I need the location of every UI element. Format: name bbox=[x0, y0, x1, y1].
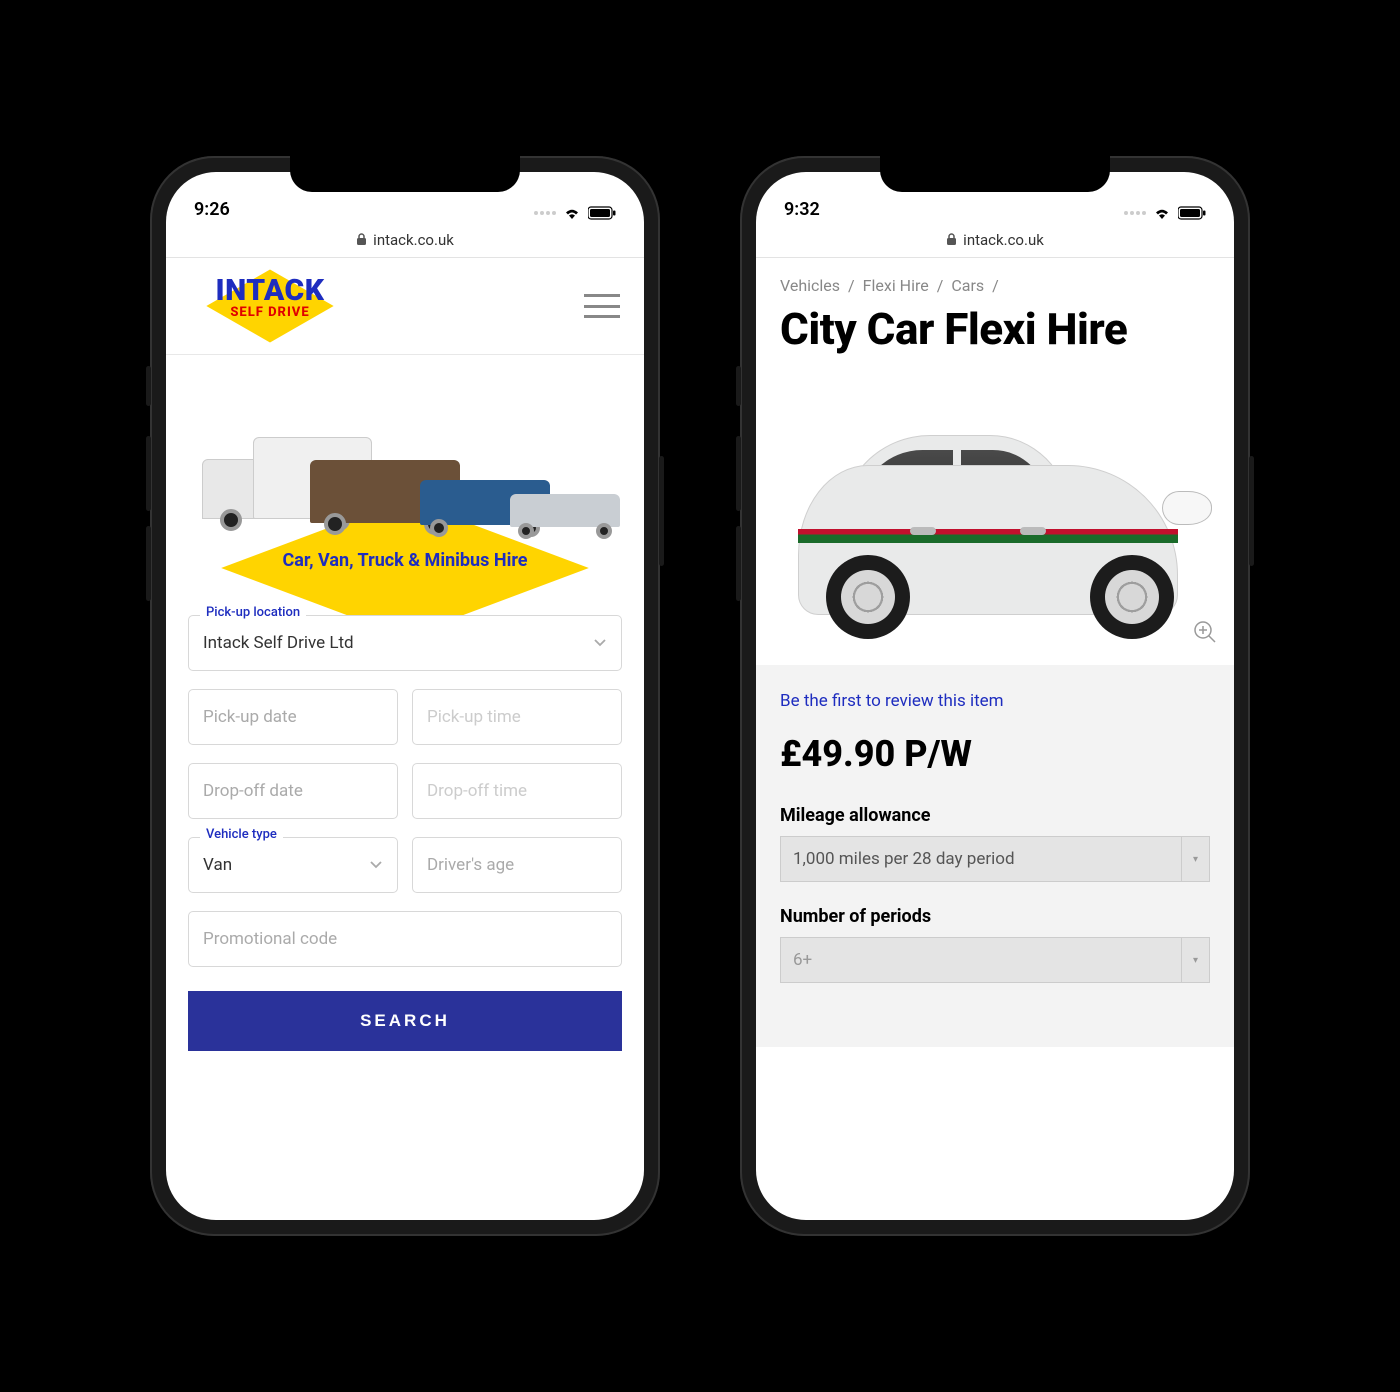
product-details: Be the first to review this item £49.90 … bbox=[756, 665, 1234, 1047]
brand-logo[interactable]: INTACK SELF DRIVE bbox=[190, 276, 350, 336]
vehicle-lineup-image: Car, Van, Truck & Minibus Hire bbox=[190, 369, 620, 589]
mileage-select[interactable]: 1,000 miles per 28 day period ▾ bbox=[780, 836, 1210, 882]
wifi-icon bbox=[562, 206, 582, 220]
vehicle-type-label: Vehicle type bbox=[200, 827, 283, 842]
lock-icon bbox=[946, 233, 957, 246]
url-text: intack.co.uk bbox=[373, 231, 454, 249]
pickup-date-input[interactable]: Pick-up date bbox=[188, 689, 398, 745]
browser-url-bar[interactable]: intack.co.uk bbox=[756, 222, 1234, 258]
site-header: INTACK SELF DRIVE bbox=[166, 258, 644, 355]
page-title: City Car Flexi Hire bbox=[756, 305, 1234, 365]
phone-notch bbox=[290, 156, 520, 192]
hero-section: Car, Van, Truck & Minibus Hire bbox=[166, 355, 644, 589]
phone-mockup-left: 9:26 intack.co.uk INTACK SELF bbox=[150, 156, 660, 1236]
chevron-down-icon bbox=[593, 633, 607, 653]
battery-icon bbox=[588, 206, 616, 220]
price: £49.90 P/W bbox=[780, 733, 1210, 775]
periods-label: Number of periods bbox=[780, 906, 1210, 927]
pickup-location-value: Intack Self Drive Ltd bbox=[203, 633, 354, 653]
driver-age-input[interactable]: Driver's age bbox=[412, 837, 622, 893]
mileage-label: Mileage allowance bbox=[780, 805, 1210, 826]
promo-code-input[interactable]: Promotional code bbox=[188, 911, 622, 967]
vehicle-type-value: Van bbox=[203, 855, 232, 875]
breadcrumb-link[interactable]: Vehicles bbox=[780, 276, 840, 295]
wifi-icon bbox=[1152, 206, 1172, 220]
lock-icon bbox=[356, 233, 367, 246]
status-time: 9:26 bbox=[194, 199, 284, 220]
booking-search-form: Pick-up location Intack Self Drive Ltd P… bbox=[166, 589, 644, 1051]
pickup-time-input[interactable]: Pick-up time bbox=[412, 689, 622, 745]
cellular-icon bbox=[534, 211, 556, 215]
review-link[interactable]: Be the first to review this item bbox=[780, 691, 1210, 711]
dropoff-date-input[interactable]: Drop-off date bbox=[188, 763, 398, 819]
search-button[interactable]: SEARCH bbox=[188, 991, 622, 1051]
url-text: intack.co.uk bbox=[963, 231, 1044, 249]
periods-select[interactable]: 6+ ▾ bbox=[780, 937, 1210, 983]
periods-value: 6+ bbox=[793, 950, 812, 970]
breadcrumb-link[interactable]: Cars bbox=[951, 276, 984, 295]
product-image bbox=[780, 365, 1224, 665]
dropdown-arrow-icon: ▾ bbox=[1181, 837, 1209, 881]
phone-mockup-right: 9:32 intack.co.uk Vehicles/ Flexi Hire/ … bbox=[740, 156, 1250, 1236]
mileage-value: 1,000 miles per 28 day period bbox=[793, 849, 1015, 869]
pickup-location-label: Pick-up location bbox=[200, 605, 306, 620]
breadcrumb-link[interactable]: Flexi Hire bbox=[863, 276, 929, 295]
chevron-down-icon bbox=[369, 855, 383, 875]
vehicle-type-select[interactable]: Van bbox=[188, 837, 398, 893]
pickup-location-select[interactable]: Intack Self Drive Ltd bbox=[188, 615, 622, 671]
hero-tagline: Car, Van, Truck & Minibus Hire bbox=[190, 550, 620, 571]
phone-notch bbox=[880, 156, 1110, 192]
zoom-icon[interactable] bbox=[1192, 619, 1218, 649]
dropdown-arrow-icon: ▾ bbox=[1181, 938, 1209, 982]
logo-line1: INTACK bbox=[190, 276, 350, 306]
dropoff-time-input[interactable]: Drop-off time bbox=[412, 763, 622, 819]
cellular-icon bbox=[1124, 211, 1146, 215]
breadcrumb: Vehicles/ Flexi Hire/ Cars/ bbox=[756, 258, 1234, 305]
battery-icon bbox=[1178, 206, 1206, 220]
status-time: 9:32 bbox=[784, 199, 874, 220]
browser-url-bar[interactable]: intack.co.uk bbox=[166, 222, 644, 258]
logo-line2: SELF DRIVE bbox=[190, 306, 350, 319]
menu-button[interactable] bbox=[584, 294, 620, 318]
